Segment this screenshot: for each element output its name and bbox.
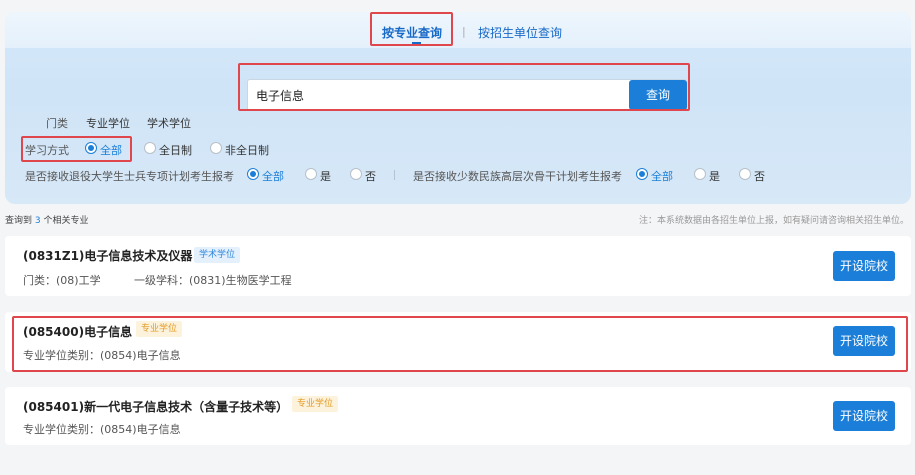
category-academic[interactable]: 学术学位 [147, 115, 191, 131]
data-source-note: 注：本系统数据由各招生单位上报，如有疑问请咨询相关招生单位。 [638, 216, 909, 226]
open-institutions-button[interactable]: 开设院校 [833, 251, 895, 281]
category-label: 门类 [46, 117, 68, 130]
veteran-all-label[interactable]: 全部 [262, 168, 284, 184]
tab-by-institution[interactable]: 按招生单位查询 [478, 24, 562, 41]
result-card: (0831Z1)电子信息技术及仪器 学术学位 门类：(08)工学 一级学科：(0… [5, 236, 911, 296]
veteran-all-radio[interactable] [247, 168, 259, 180]
result-card: (085401)新一代电子信息技术（含量子技术等） 专业学位 专业学位类别：(0… [5, 387, 911, 445]
veteran-no-label[interactable]: 否 [365, 168, 376, 184]
open-institutions-button[interactable]: 开设院校 [833, 401, 895, 431]
minority-all-label[interactable]: 全部 [651, 168, 673, 184]
result-summary: 查询到 3 个相关专业 [5, 213, 89, 226]
study-mode-parttime-label[interactable]: 非全日制 [225, 142, 269, 158]
major-title: (0831Z1)电子信息技术及仪器 [23, 249, 193, 263]
search-input[interactable] [248, 80, 628, 110]
minority-yes-label[interactable]: 是 [709, 168, 720, 184]
major-degree-category: 专业学位类别：(0854)电子信息 [23, 349, 181, 362]
category-professional[interactable]: 专业学位 [86, 115, 130, 131]
veteran-yes-label[interactable]: 是 [320, 168, 331, 184]
result-suffix: 个相关专业 [43, 216, 89, 226]
minority-all-radio[interactable] [636, 168, 648, 180]
study-mode-fulltime-radio[interactable] [144, 142, 156, 154]
minority-label: 是否接收少数民族高层次骨干计划考生报考 [413, 170, 622, 183]
tabs-bar: 按专业查询 | 按招生单位查询 [5, 12, 911, 48]
tab-separator: | [462, 25, 466, 38]
veteran-yes-radio[interactable] [305, 168, 317, 180]
major-title: (085401)新一代电子信息技术（含量子技术等） [23, 400, 289, 414]
study-mode-all-label[interactable]: 全部 [100, 142, 122, 158]
result-count: 3 [34, 216, 41, 226]
degree-type-tag: 专业学位 [292, 396, 339, 412]
tab-by-major-label: 按专业查询 [382, 26, 443, 40]
minority-no-label[interactable]: 否 [754, 168, 765, 184]
veteran-label: 是否接收退役大学生士兵专项计划考生报考 [25, 170, 234, 183]
result-card: (085400)电子信息 专业学位 专业学位类别：(0854)电子信息 开设院校 [5, 312, 911, 372]
special-plan-row: 是否接收退役大学生士兵专项计划考生报考 全部 是 否 是否接收少数民族高层次骨干… [5, 168, 911, 188]
major-category: 门类：(08)工学 [23, 274, 101, 287]
search-panel: 按专业查询 | 按招生单位查询 查询 门类 专业学位 学术学位 学习方式 全部 … [5, 12, 911, 204]
category-row: 门类 专业学位 学术学位 [5, 115, 911, 135]
study-mode-row: 学习方式 全部 全日制 非全日制 [5, 142, 911, 162]
filter-divider [394, 170, 395, 180]
search-box: 查询 [247, 79, 687, 111]
study-mode-parttime-radio[interactable] [210, 142, 222, 154]
minority-no-radio[interactable] [739, 168, 751, 180]
study-mode-all-radio[interactable] [85, 142, 97, 154]
study-mode-label: 学习方式 [25, 144, 69, 157]
open-institutions-button[interactable]: 开设院校 [833, 326, 895, 356]
result-prefix: 查询到 [5, 216, 33, 226]
study-mode-fulltime-label[interactable]: 全日制 [159, 142, 192, 158]
major-degree-category: 专业学位类别：(0854)电子信息 [23, 423, 181, 436]
veteran-no-radio[interactable] [350, 168, 362, 180]
tab-by-major[interactable]: 按专业查询 [382, 24, 443, 44]
major-title: (085400)电子信息 [23, 325, 133, 339]
search-button[interactable]: 查询 [629, 80, 687, 110]
degree-type-tag: 专业学位 [136, 321, 183, 337]
degree-type-tag: 学术学位 [194, 247, 241, 263]
minority-yes-radio[interactable] [694, 168, 706, 180]
tab-active-underline [412, 42, 421, 44]
major-discipline: 一级学科：(0831)生物医学工程 [134, 274, 292, 287]
